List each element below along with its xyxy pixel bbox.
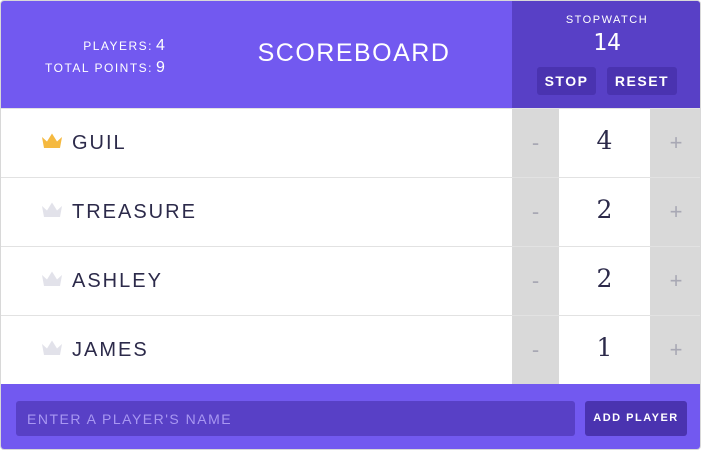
stop-button[interactable]: STOP <box>537 67 596 95</box>
score-counter: - 4 + <box>512 109 700 177</box>
player-row: TREASURE - 2 + <box>1 177 700 246</box>
stopwatch-time: 14 <box>593 30 621 56</box>
crown-icon <box>40 269 64 289</box>
add-player-button[interactable]: ADD PLAYER <box>585 401 687 436</box>
total-points-stat-label: TOTAL POINTS: <box>45 61 153 75</box>
player-name: ASHLEY <box>72 270 163 292</box>
stopwatch: STOPWATCH 14 STOP RESET <box>512 1 700 108</box>
crown-icon <box>40 131 64 151</box>
scoreboard: PLAYERS: 4 TOTAL POINTS: 9 SCOREBOARD STOP… <box>0 0 701 450</box>
decrement-button[interactable]: - <box>512 109 559 177</box>
player-score: 2 <box>559 178 650 246</box>
increment-button[interactable]: + <box>650 247 700 315</box>
increment-button[interactable]: + <box>650 316 700 384</box>
crown-icon <box>40 200 64 220</box>
score-counter: - 2 + <box>512 247 700 315</box>
decrement-button[interactable]: - <box>512 178 559 246</box>
decrement-button[interactable]: - <box>512 247 559 315</box>
decrement-button[interactable]: - <box>512 316 559 384</box>
players-stat: PLAYERS: 4 <box>1 35 166 57</box>
player-row: GUIL - 4 + <box>1 108 700 177</box>
players-stat-label: PLAYERS: <box>83 39 153 53</box>
player-score: 2 <box>559 247 650 315</box>
increment-button[interactable]: + <box>650 178 700 246</box>
stats: PLAYERS: 4 TOTAL POINTS: 9 <box>1 35 166 79</box>
score-counter: - 1 + <box>512 316 700 384</box>
player-score: 1 <box>559 316 650 384</box>
increment-button[interactable]: + <box>650 109 700 177</box>
total-points-stat: TOTAL POINTS: 9 <box>1 57 166 79</box>
crown-icon <box>40 338 64 358</box>
player-score: 4 <box>559 109 650 177</box>
player-name-input[interactable] <box>16 401 575 436</box>
players-stat-value: 4 <box>156 37 165 54</box>
stopwatch-label: STOPWATCH <box>565 14 649 26</box>
add-player-form: ADD PLAYER <box>1 384 700 449</box>
score-counter: - 2 + <box>512 178 700 246</box>
player-row: ASHLEY - 2 + <box>1 246 700 315</box>
page-title: SCOREBOARD <box>257 39 451 67</box>
player-name: TREASURE <box>72 201 197 223</box>
player-name: JAMES <box>72 339 149 361</box>
header: PLAYERS: 4 TOTAL POINTS: 9 SCOREBOARD STOP… <box>1 1 700 108</box>
player-row: JAMES - 1 + <box>1 315 700 384</box>
reset-button[interactable]: RESET <box>607 67 677 95</box>
total-points-stat-value: 9 <box>156 59 165 76</box>
player-name: GUIL <box>72 132 127 154</box>
